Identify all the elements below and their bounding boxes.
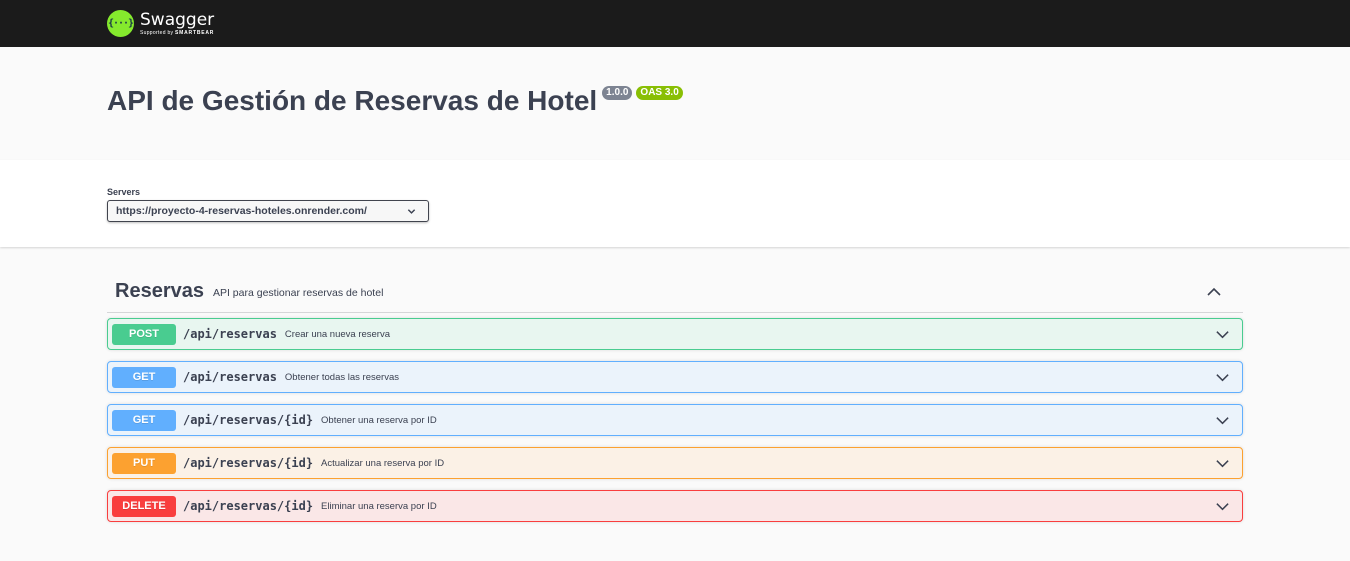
servers-select[interactable]: https://proyecto-4-reservas-hoteles.onre…: [107, 200, 429, 222]
operation-put-reserva-by-id[interactable]: PUT /api/reservas/{id} Actualizar una re…: [107, 447, 1243, 479]
logo-subtitle: Supported by SMARTBEAR: [140, 29, 215, 36]
operation-post-reservas[interactable]: POST /api/reservas Crear una nueva reser…: [107, 318, 1243, 350]
chevron-down-icon[interactable]: [1215, 327, 1230, 342]
logo-name: Swagger: [140, 9, 215, 30]
operation-path: /api/reservas/{id}: [183, 413, 314, 427]
operation-path: /api/reservas/{id}: [183, 499, 314, 513]
chevron-down-icon[interactable]: [1215, 413, 1230, 428]
operation-get-reserva-by-id[interactable]: GET /api/reservas/{id} Obtener una reser…: [107, 404, 1243, 436]
api-info: API de Gestión de Reservas de Hotel 1.0.…: [0, 47, 1350, 160]
tag-section-reservas: Reservas API para gestionar reservas de …: [0, 247, 1350, 522]
chevron-down-icon[interactable]: [1215, 499, 1230, 514]
topbar: {···} Swagger Supported by SMARTBEAR: [0, 0, 1350, 47]
method-badge: GET: [112, 366, 176, 388]
operation-summary: Eliminar una reserva por ID: [321, 500, 437, 512]
operation-summary: Obtener una reserva por ID: [321, 414, 437, 426]
page-title: API de Gestión de Reservas de Hotel: [107, 85, 598, 116]
logo-text: Swagger Supported by SMARTBEAR: [140, 9, 215, 36]
operation-summary: Obtener todas las reservas: [284, 371, 399, 383]
operation-summary: Actualizar una reserva por ID: [321, 457, 445, 469]
version-badge: 1.0.0: [602, 86, 633, 100]
method-badge: GET: [112, 409, 176, 431]
method-badge: DELETE: [112, 495, 176, 517]
chevron-down-icon[interactable]: [1215, 370, 1230, 385]
servers-selected-value: https://proyecto-4-reservas-hoteles.onre…: [116, 205, 367, 217]
tag-description: API para gestionar reservas de hotel: [212, 287, 384, 299]
logo-sub-prefix: Supported by: [140, 29, 174, 36]
swagger-logo[interactable]: {···} Swagger Supported by SMARTBEAR: [107, 9, 214, 39]
servers-section: Servers https://proyecto-4-reservas-hote…: [0, 160, 1350, 247]
operation-path: /api/reservas/{id}: [183, 456, 314, 470]
operation-path: /api/reservas: [183, 327, 277, 341]
chevron-down-icon[interactable]: [1215, 456, 1230, 471]
oas-badge: OAS 3.0: [636, 86, 683, 100]
logo-sub-brand: SMARTBEAR: [175, 29, 215, 36]
operations-list: POST /api/reservas Crear una nueva reser…: [107, 318, 1243, 522]
operation-summary: Crear una nueva reserva: [284, 328, 391, 340]
chevron-up-icon[interactable]: [1206, 284, 1222, 300]
tag-header[interactable]: Reservas API para gestionar reservas de …: [107, 271, 1243, 313]
swagger-logo-icon: {···}: [107, 10, 134, 37]
method-badge: PUT: [112, 452, 176, 474]
tag-name: Reservas: [115, 280, 204, 302]
chevron-down-icon: [407, 208, 416, 214]
operation-delete-reserva-by-id[interactable]: DELETE /api/reservas/{id} Eliminar una r…: [107, 490, 1243, 522]
operation-path: /api/reservas: [183, 370, 277, 384]
operation-get-reservas[interactable]: GET /api/reservas Obtener todas las rese…: [107, 361, 1243, 393]
method-badge: POST: [112, 323, 176, 345]
servers-label: Servers: [107, 187, 141, 197]
